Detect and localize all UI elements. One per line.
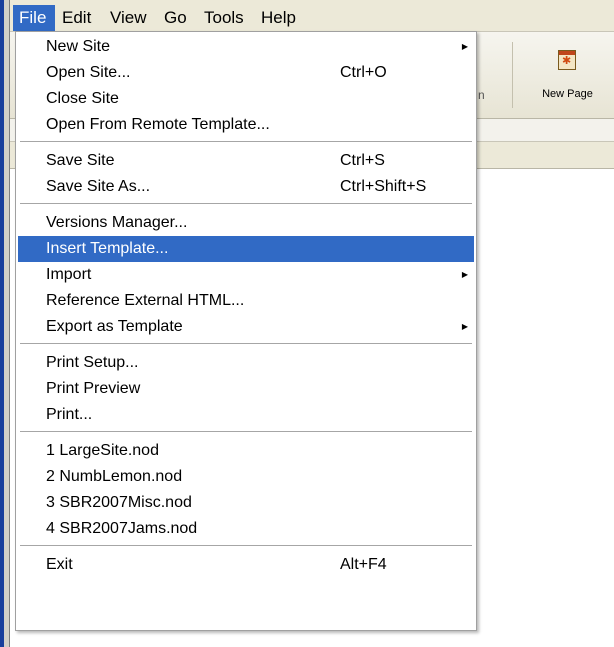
menu-view[interactable]: View: [104, 5, 153, 31]
new-page-icon: ✱: [558, 50, 576, 70]
submenu-arrow-icon: ▶: [461, 322, 468, 331]
menu-item-label: Print...: [46, 406, 93, 423]
menu-divider: [20, 545, 472, 546]
menu-item-export-as-template[interactable]: Export as Template ▶: [18, 314, 474, 340]
menu-item-shortcut: Ctrl+S: [340, 152, 385, 169]
menu-item-label: 3 SBR2007Misc.nod: [46, 494, 192, 511]
menu-divider: [20, 203, 472, 204]
menu-file[interactable]: File: [13, 5, 55, 31]
menu-item-label: Save Site: [46, 152, 115, 169]
menu-go[interactable]: Go: [158, 5, 193, 31]
menu-item-print-setup[interactable]: Print Setup...: [18, 350, 474, 376]
menu-item-open-site[interactable]: Open Site... Ctrl+O: [18, 60, 474, 86]
menu-item-shortcut: Ctrl+Shift+S: [340, 178, 427, 195]
menu-item-label: New Site: [46, 38, 111, 55]
menu-item-reference-external-html[interactable]: Reference External HTML...: [18, 288, 474, 314]
menu-divider: [20, 343, 472, 344]
menu-item-save-site-as[interactable]: Save Site As... Ctrl+Shift+S: [18, 174, 474, 200]
menu-item-label: Insert Template...: [46, 240, 169, 257]
file-menu-dropdown: New Site ▶ Open Site... Ctrl+O Close Site Ope…: [15, 31, 477, 631]
submenu-arrow-icon: ▶: [461, 270, 468, 279]
menu-item-1-largesite-nod[interactable]: 1 LargeSite.nod: [18, 438, 474, 464]
menu-item-close-site[interactable]: Close Site: [18, 86, 474, 112]
menu-item-save-site[interactable]: Save Site Ctrl+S: [18, 148, 474, 174]
menu-item-label: Exit: [46, 556, 73, 573]
menu-item-insert-template[interactable]: Insert Template...: [18, 236, 474, 262]
menu-item-print-preview[interactable]: Print Preview: [18, 376, 474, 402]
menu-item-label: Export as Template: [46, 318, 183, 335]
menu-item-label: Import: [46, 266, 92, 283]
menu-item-label: Print Setup...: [46, 354, 139, 371]
menu-item-label: Open From Remote Template...: [46, 116, 270, 133]
menu-bar: File Edit View Go Tools Help: [10, 0, 614, 32]
menu-edit[interactable]: Edit: [56, 5, 97, 31]
toolbar-separator: [512, 42, 513, 108]
left-accent-bar: [0, 0, 4, 647]
menu-item-4-sbr2007jams-nod[interactable]: 4 SBR2007Jams.nod: [18, 516, 474, 542]
menu-item-label: 1 LargeSite.nod: [46, 442, 159, 459]
menu-item-label: 4 SBR2007Jams.nod: [46, 520, 198, 537]
menu-item-print[interactable]: Print...: [18, 402, 474, 428]
menu-item-2-numblemon-nod[interactable]: 2 NumbLemon.nod: [18, 464, 474, 490]
menu-item-open-from-remote-template[interactable]: Open From Remote Template...: [18, 112, 474, 138]
menu-item-label: Versions Manager...: [46, 214, 188, 231]
menu-item-3-sbr2007misc-nod[interactable]: 3 SBR2007Misc.nod: [18, 490, 474, 516]
menu-item-exit[interactable]: Exit Alt+F4: [18, 552, 474, 578]
submenu-arrow-icon: ▶: [461, 42, 468, 51]
menu-item-import[interactable]: Import ▶: [18, 262, 474, 288]
toolbar-cut-off-label: n: [478, 88, 485, 102]
menu-item-label: Save Site As...: [46, 178, 151, 195]
new-page-label: New Page: [542, 88, 593, 100]
menu-divider: [20, 431, 472, 432]
menu-item-shortcut: Ctrl+O: [340, 64, 387, 81]
menu-tools[interactable]: Tools: [198, 5, 250, 31]
menu-item-label: Close Site: [46, 90, 119, 107]
menu-divider: [20, 141, 472, 142]
menu-item-label: Reference External HTML...: [46, 292, 245, 309]
menu-item-label: Print Preview: [46, 380, 141, 397]
menu-item-label: 2 NumbLemon.nod: [46, 468, 183, 485]
new-page-button[interactable]: ✱ New Page: [525, 40, 610, 112]
menu-item-shortcut: Alt+F4: [340, 556, 387, 573]
window-left-edge: [0, 0, 10, 647]
menu-item-label: Open Site...: [46, 64, 131, 81]
menu-item-versions-manager[interactable]: Versions Manager...: [18, 210, 474, 236]
menu-help[interactable]: Help: [255, 5, 302, 31]
menu-item-new-site[interactable]: New Site ▶: [18, 34, 474, 60]
